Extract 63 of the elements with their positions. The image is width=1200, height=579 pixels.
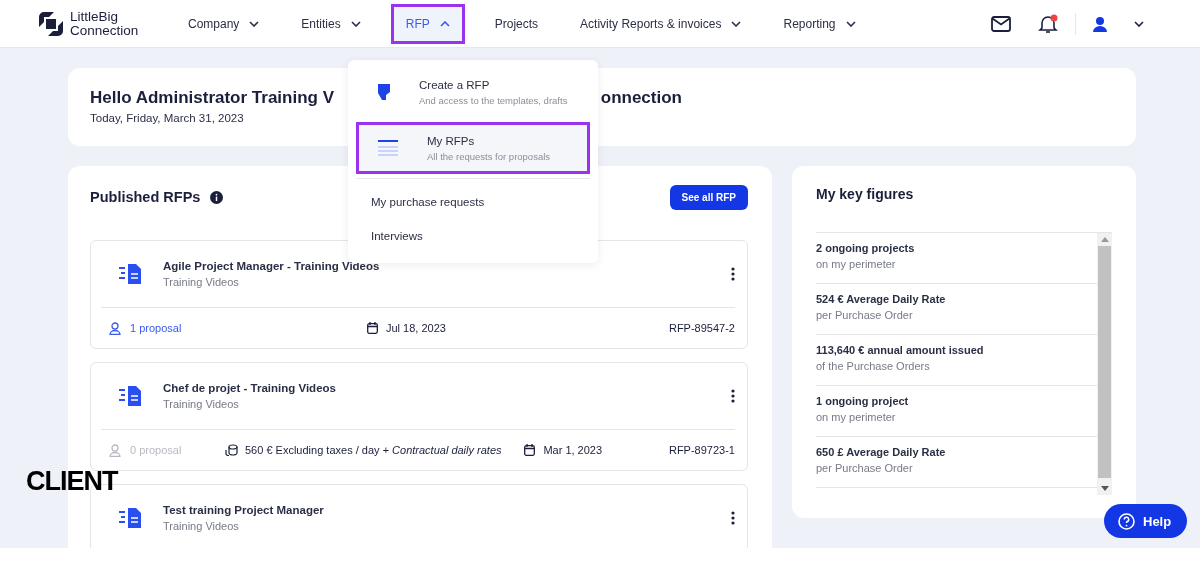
rfp-subtitle: Training Videos <box>163 520 240 532</box>
person-icon <box>109 321 121 335</box>
menu-item[interactable]: My purchase requests <box>356 185 590 219</box>
help-button[interactable]: Help <box>1104 504 1188 538</box>
document-icon <box>119 386 141 406</box>
calendar-icon <box>524 444 536 456</box>
figure-caption: on my perimeter <box>816 258 897 270</box>
document-icon <box>119 264 141 284</box>
figure-caption: of the Purchase Orders <box>816 360 931 372</box>
document-icon <box>119 508 141 528</box>
scroll-down-icon[interactable] <box>1100 486 1109 491</box>
more-icon[interactable] <box>731 267 735 281</box>
info-icon[interactable] <box>210 190 224 204</box>
nav-tab[interactable]: Projects <box>482 3 551 44</box>
see-all-button[interactable]: See all RFP <box>669 184 748 210</box>
help-icon <box>1118 512 1135 530</box>
figure-caption: per Purchase Order <box>816 309 914 321</box>
mail-icon[interactable] <box>991 15 1011 32</box>
scrollbar[interactable] <box>1097 233 1112 495</box>
nav-tab[interactable]: RFP <box>390 3 465 44</box>
more-icon[interactable] <box>731 511 735 525</box>
proposal-link[interactable]: 1 proposal <box>130 322 182 334</box>
menu-item[interactable]: My RFPs All the requests for proposals <box>356 122 590 174</box>
user-icon[interactable] <box>1092 15 1108 32</box>
date-text: Mar 1, 2023 <box>543 444 603 456</box>
rfp-subtitle: Training Videos <box>163 398 240 410</box>
nav-tab[interactable]: Reporting <box>771 3 868 44</box>
rfp-card[interactable]: Chef de projet - Training Videos Training Videos 0 proposal 560 € Excluding taxes / day + Contractual daily rates Mar 1, 2023 RFP-89723-1 <box>90 362 748 471</box>
date-text: Today, Friday, March 31, 2023 <box>90 112 245 124</box>
greeting-title: onnection <box>600 88 682 107</box>
rfp-title: Test training Project Manager <box>163 504 325 516</box>
rate-text: 560 € Excluding taxes / day + Contractual daily rates <box>245 444 502 456</box>
figure-caption: per Purchase Order <box>816 462 914 474</box>
brand-name[interactable]: LittleBig Connection <box>70 9 139 38</box>
nav-tab[interactable]: Activity Reports & invoices <box>568 3 754 44</box>
rfp-title: Chef de projet - Training Videos <box>163 382 337 394</box>
figure-value: 113,640 € annual amount issued <box>816 344 985 356</box>
more-icon[interactable] <box>731 389 735 403</box>
coins-icon <box>225 444 238 456</box>
person-icon <box>109 443 121 457</box>
rfp-reference: RFP-89723-1 <box>667 444 735 456</box>
list-icon <box>377 140 399 156</box>
calendar-icon <box>367 322 378 334</box>
rfp-title: Agile Project Manager - Training Videos <box>163 260 381 272</box>
proposal-link: 0 proposal <box>130 444 182 456</box>
figure-value: 524 € Average Daily Rate <box>816 293 947 305</box>
greeting-title: Hello Administrator Training V <box>90 88 334 107</box>
figure-value: 1 ongoing project <box>816 395 910 407</box>
rfp-subtitle: Training Videos <box>163 276 240 288</box>
menu-item[interactable]: Create a RFP And access to the templates, drafts <box>356 66 590 118</box>
nav-tab[interactable]: Company <box>176 3 272 44</box>
logo-icon <box>38 10 64 37</box>
nav-tab[interactable]: Entities <box>289 3 373 44</box>
caret-icon[interactable] <box>1134 20 1144 27</box>
bell-icon[interactable] <box>1037 13 1059 34</box>
figure-caption: on my perimeter <box>816 411 897 423</box>
figure-value: 2 ongoing projects <box>816 242 916 254</box>
panel-title: My key figures <box>816 186 915 202</box>
figure-value: 650 £ Average Daily Rate <box>816 446 947 458</box>
panel-title: Published RFPs <box>90 189 201 205</box>
rfp-reference: RFP-89547-2 <box>667 322 735 334</box>
date-text: Jul 18, 2023 <box>386 322 446 334</box>
flag-icon <box>377 83 391 101</box>
